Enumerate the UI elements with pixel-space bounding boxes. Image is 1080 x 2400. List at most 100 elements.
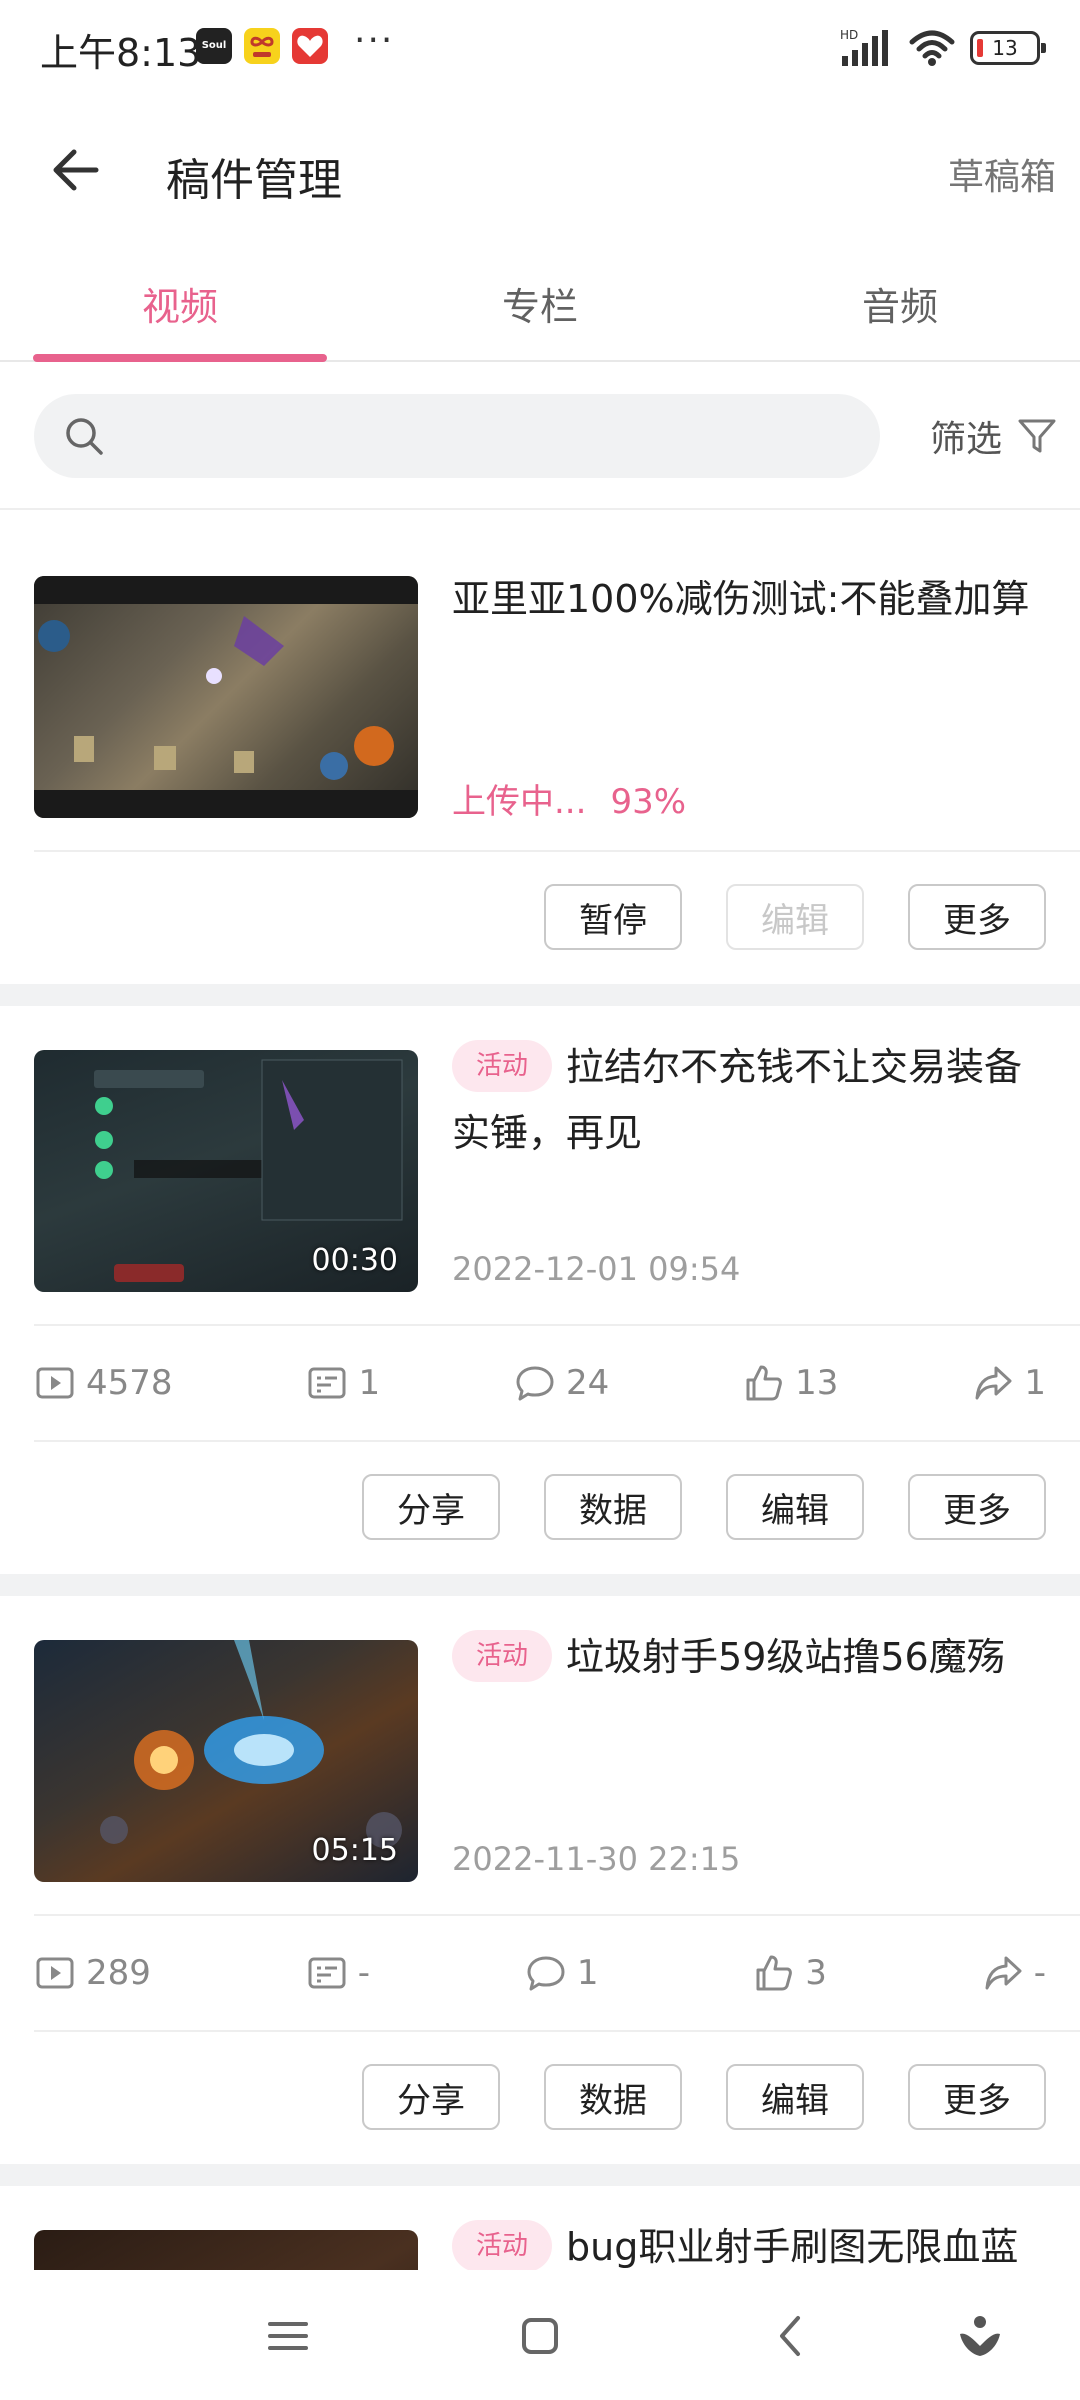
more-button[interactable]: 更多 [908,884,1046,950]
content-type-tabs: 视频 专栏 音频 [0,246,1080,362]
share-button[interactable]: 分享 [362,2064,500,2130]
video-title-text: 垃圾射手59级站撸56魔殇 [566,1635,1005,1679]
tab-audio[interactable]: 音频 [720,246,1080,360]
card-separator [0,1574,1080,1596]
battery-level: 13 [992,36,1018,60]
search-row: 筛选 [0,362,1080,510]
more-button[interactable]: 更多 [908,2064,1046,2130]
divider [34,850,1080,852]
drafts-button[interactable]: 草稿箱 [948,148,1056,200]
status-indicators: HD 13 [840,26,1046,70]
pause-button[interactable]: 暂停 [544,884,682,950]
video-thumbnail[interactable]: 05:15 [34,1640,418,1882]
card-separator [0,984,1080,1006]
divider [34,2030,1080,2032]
upload-progress: 93% [610,782,687,822]
video-title[interactable]: 亚里亚100%减伤测试:不能叠加算 [452,566,1052,632]
app-notification-icon [292,28,328,64]
danmaku-icon [308,1367,346,1399]
view-count-value: 4578 [86,1363,173,1403]
data-button[interactable]: 数据 [544,1474,682,1540]
danmaku-count: 1 [306,1362,380,1404]
like-count: 3 [753,1952,827,1994]
view-count-value: 289 [86,1953,151,1993]
divider [34,1440,1080,1442]
status-bar: 上午8:13 Soul ··· HD 13 [0,0,1080,96]
publish-date: 2022-12-01 09:54 [452,1250,741,1288]
upload-status: 上传中... 93% [452,774,686,823]
menu-icon[interactable] [258,2306,318,2366]
video-duration: 05:15 [311,1833,398,1868]
share-count-value: 1 [1024,1363,1046,1403]
video-title[interactable]: 活动 bug职业射手刷图无限血蓝 [452,2214,1052,2270]
share-count: 1 [972,1362,1046,1404]
thumbs-up-icon [746,1365,783,1401]
share-button[interactable]: 分享 [362,1474,500,1540]
share-count: - [982,1952,1046,1994]
app-notification-icon [244,28,280,64]
upload-status-text: 上传中... [452,782,587,822]
thumbs-up-icon [756,1955,793,1991]
search-input[interactable] [34,394,880,478]
like-count-value: 3 [805,1953,827,1993]
battery-icon: 13 [970,31,1046,65]
search-icon [66,418,103,455]
filter-label: 筛选 [929,419,1002,460]
back-arrow-icon[interactable] [44,138,108,202]
activity-tag: 活动 [452,1630,553,1682]
divider [34,1324,1080,1326]
edit-button[interactable]: 编辑 [726,884,864,950]
danmaku-count-value: 1 [358,1363,381,1403]
activity-tag: 活动 [452,1040,553,1092]
video-title-text: bug职业射手刷图无限血蓝 [566,2225,1019,2269]
app-header: 稿件管理 草稿箱 [0,96,1080,246]
divider [34,1914,1080,1916]
comment-count-value: 24 [565,1363,610,1403]
comment-count: 24 [514,1362,609,1404]
video-title[interactable]: 活动 垃圾射手59级站撸56魔殇 [452,1624,1052,1690]
status-time: 上午8:13 [40,31,202,75]
back-icon[interactable] [762,2306,822,2366]
video-card: 亚里亚100%减伤测试:不能叠加算 上传中... 93% 暂停 编辑 更多 [0,510,1080,984]
system-nav-bar [0,2270,1080,2400]
assistant-icon[interactable] [950,2306,1010,2366]
view-count: 4578 [34,1362,173,1404]
video-title[interactable]: 活动 拉结尔不充钱不让交易装备实锤，再见 [452,1034,1052,1166]
danmaku-icon [308,1957,346,1989]
video-card: 05:15 活动 垃圾射手59级站撸56魔殇 2022-11-30 22:15 2… [0,1596,1080,2164]
video-card: 活动 bug职业射手刷图无限血蓝 [0,2186,1080,2270]
svg-text:HD: HD [840,28,858,42]
share-icon [975,1366,1012,1400]
tab-column[interactable]: 专栏 [360,246,720,360]
publish-date: 2022-11-30 22:15 [452,1840,741,1878]
video-card: 00:30 活动 拉结尔不充钱不让交易装备实锤，再见 2022-12-01 09:… [0,1006,1080,1574]
card-separator [0,2164,1080,2186]
comment-icon [516,1366,554,1401]
page-title: 稿件管理 [166,155,342,206]
activity-tag: 活动 [452,2220,553,2270]
soul-app-icon: Soul [196,28,232,64]
wifi-icon [909,30,955,66]
video-thumbnail[interactable] [34,2230,418,2270]
game-scene-image [34,576,418,818]
video-thumbnail[interactable] [34,576,418,818]
edit-button[interactable]: 编辑 [726,2064,864,2130]
comment-icon [527,1956,565,1991]
filter-icon [1018,419,1056,453]
card-actions: 暂停 编辑 更多 [544,884,1046,950]
edit-button[interactable]: 编辑 [726,1474,864,1540]
home-icon[interactable] [510,2306,570,2366]
signal-icon: HD [840,28,888,66]
video-thumbnail[interactable]: 00:30 [34,1050,418,1292]
more-button[interactable]: 更多 [908,1474,1046,1540]
card-actions: 分享 数据 编辑 更多 [362,2064,1046,2130]
tab-video[interactable]: 视频 [0,246,360,362]
play-count-icon [36,1957,74,1989]
card-actions: 分享 数据 编辑 更多 [362,1474,1046,1540]
data-button[interactable]: 数据 [544,2064,682,2130]
play-count-icon [36,1367,74,1399]
comment-count-value: 1 [576,1953,599,1993]
filter-button[interactable]: 筛选 [930,404,1058,468]
view-count: 289 [34,1952,151,1994]
video-stats: 289 - 1 3 - [34,1938,1046,2008]
